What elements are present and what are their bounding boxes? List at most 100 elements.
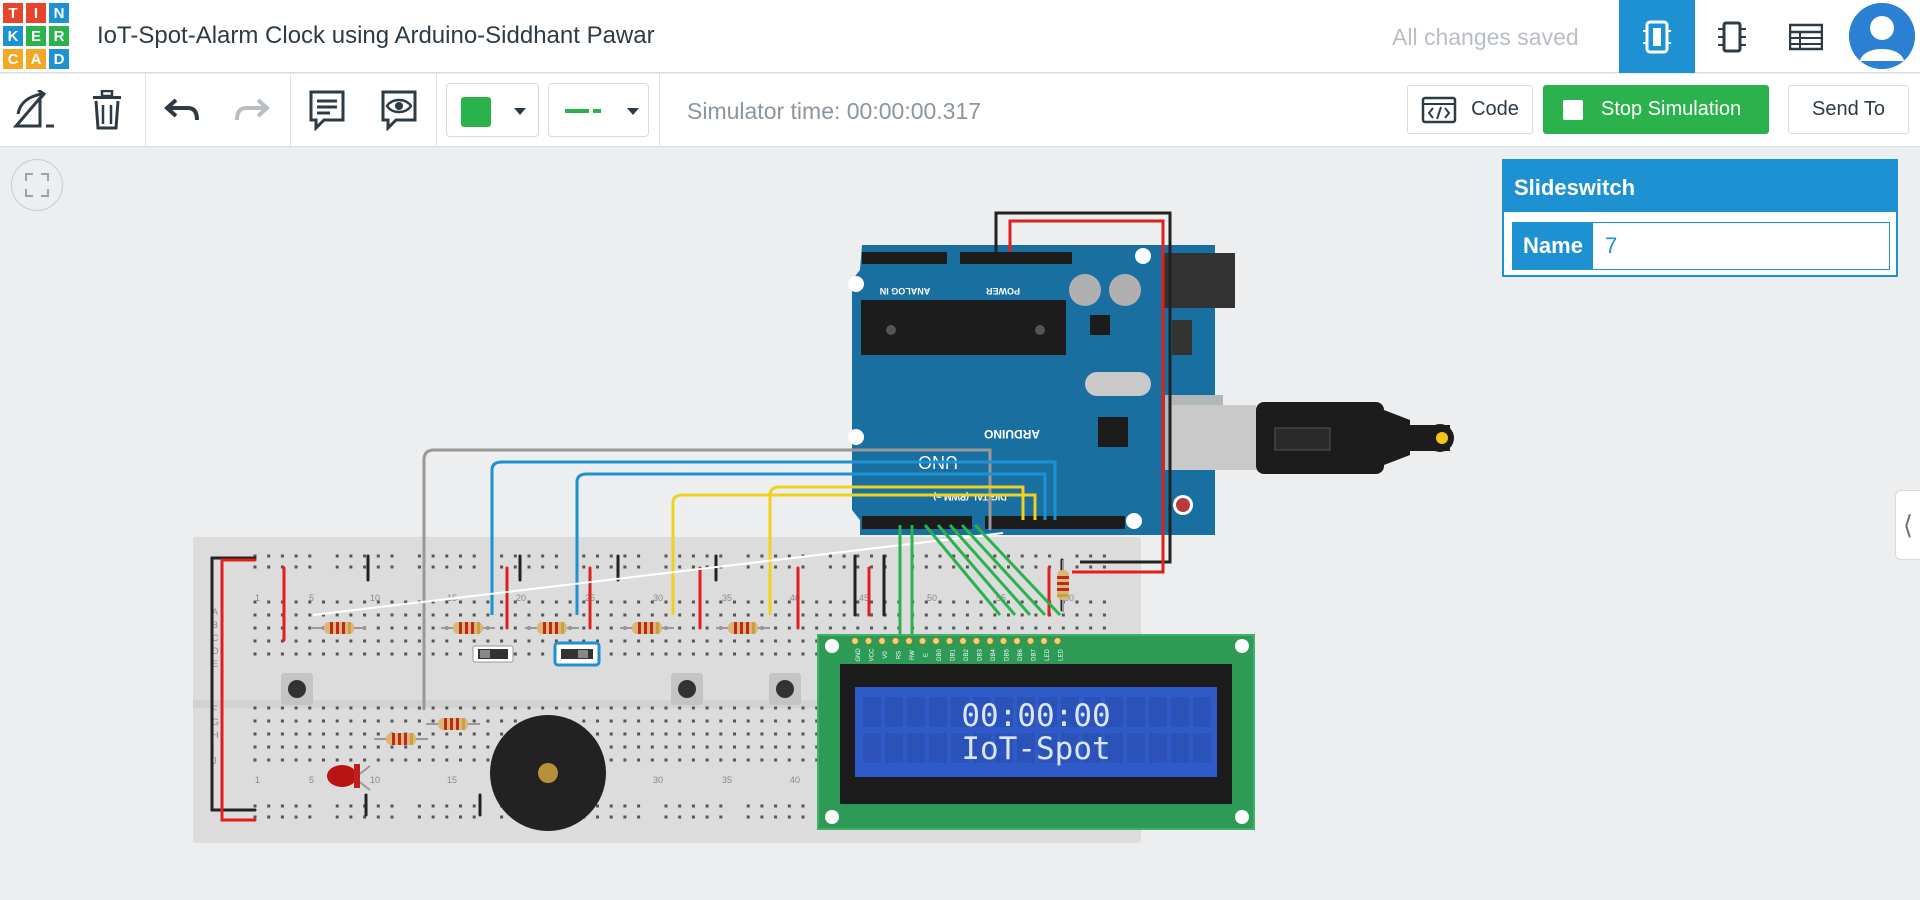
chevron-down-icon (627, 108, 639, 115)
lcd-pin (986, 637, 994, 645)
breadboard-number: 40 (790, 775, 800, 785)
arduino-uno[interactable]: ARDUINO UNO POWER ANALOG IN DIGITAL (PWM… (848, 245, 1235, 535)
piezo-buzzer[interactable] (490, 715, 606, 831)
breadboard-number: 35 (722, 593, 732, 603)
stop-icon (1563, 99, 1583, 120)
lcd-pin (1053, 637, 1062, 645)
logo-letter: T (3, 3, 23, 23)
slide-switch-selected[interactable] (553, 641, 601, 667)
user-avatar[interactable] (1849, 3, 1915, 69)
lcd-pin-label: DB4 (991, 649, 997, 661)
logo-letter: K (3, 26, 23, 46)
breadboard-number: 10 (370, 593, 380, 603)
lcd-pin (972, 637, 981, 645)
lcd-pin (878, 637, 886, 645)
schematic-view-button[interactable] (1694, 0, 1770, 73)
lcd-pin (945, 637, 954, 645)
lcd-16x2[interactable]: GND VCC V0 RS RW E DB0 DB1 DB2 DB3 DB4 DB5 DB6 DB7 LED… (817, 634, 1255, 830)
breadboard-number: 15 (447, 775, 457, 785)
notes-button[interactable] (303, 86, 351, 134)
lcd-pin-label: DB6 (1018, 649, 1024, 661)
tinkercad-logo[interactable]: TIN KER CAD (2, 2, 70, 70)
redo-button[interactable] (228, 86, 276, 134)
circuit-view-icon (1643, 20, 1671, 53)
pushbutton[interactable] (281, 673, 313, 705)
chevron-left-icon: ⟨ (1902, 509, 1914, 540)
lcd-pin (1013, 637, 1021, 645)
send-to-button[interactable]: Send To (1788, 85, 1909, 134)
rotate-icon (12, 90, 54, 128)
lcd-pin-label: DB0 (937, 649, 943, 661)
project-title[interactable]: IoT-Spot-Alarm Clock using Arduino-Siddh… (97, 22, 655, 50)
lcd-pin-label: RS (897, 651, 903, 659)
breadboard-number: 30 (653, 593, 663, 603)
lcd-pin (999, 637, 1008, 645)
lcd-pin-label: DB3 (978, 649, 984, 661)
name-label: Name (1513, 223, 1593, 269)
lcd-pin-label: E (924, 653, 930, 657)
component-list-button[interactable] (1768, 0, 1844, 73)
lcd-pin-label: V0 (883, 651, 889, 659)
usb-cable (1170, 402, 1454, 474)
undo-button[interactable] (158, 86, 206, 134)
redo-icon (235, 98, 270, 121)
circuit-view-button[interactable] (1619, 0, 1695, 73)
circuit-canvas[interactable]: 1155101015152020252530303535404045455050… (0, 147, 1560, 847)
pushbutton[interactable] (671, 673, 703, 705)
logo-letter: I (26, 3, 46, 23)
code-button[interactable]: Code (1407, 85, 1533, 134)
wire-type-icon (565, 109, 601, 113)
lcd-pin (918, 637, 927, 645)
toggle-notes-icon (381, 90, 417, 131)
power-header-label: POWER (986, 286, 1021, 296)
breadboard-number: 50 (927, 593, 937, 603)
toolbar: Simulator time: 00:00:00.317 Code Stop S… (0, 74, 1920, 147)
toggle-notes-button[interactable] (375, 86, 423, 134)
lcd-pin (1026, 637, 1035, 645)
rotate-button[interactable] (10, 86, 58, 134)
logo-letter: N (49, 3, 69, 23)
send-label: Send To (1811, 98, 1886, 120)
lcd-pin-label: VCC (870, 648, 876, 661)
lcd-pin-label: GND (856, 648, 862, 662)
breadboard-number: 5 (309, 775, 314, 785)
chevron-down-icon (514, 108, 526, 115)
pushbutton[interactable] (769, 673, 801, 705)
stop-simulation-button[interactable]: Stop Simulation (1543, 85, 1769, 134)
lcd-pin (1040, 637, 1048, 645)
lcd-pin-label: DB7 (1032, 649, 1038, 661)
schematic-view-icon (1718, 21, 1746, 52)
lcd-pin-label: LED (1059, 648, 1065, 660)
top-bar: TIN KER CAD IoT-Spot-Alarm Clock using Ard… (0, 0, 1920, 73)
logo-letter: C (3, 49, 23, 69)
lcd-pin-label: LED (1045, 648, 1051, 660)
slide-switch[interactable] (472, 645, 514, 663)
logo-letter: D (49, 49, 69, 69)
lcd-pin (891, 637, 900, 645)
delete-button[interactable] (83, 86, 131, 134)
component-list-icon (1789, 23, 1823, 50)
breadboard-number: 30 (653, 775, 663, 785)
simulator-time: Simulator time: 00:00:00.317 (687, 98, 982, 124)
code-icon (1421, 96, 1457, 123)
wire-type-dropdown[interactable] (548, 83, 649, 137)
lcd-pin-label: DB1 (951, 649, 957, 661)
breadboard-number: 1 (255, 593, 260, 603)
side-panel-toggle[interactable]: ⟨ (1895, 490, 1920, 560)
lcd-pin-label: RW (910, 650, 916, 660)
color-dropdown[interactable] (446, 83, 539, 137)
inspector-title: Slideswitch (1504, 161, 1896, 212)
breadboard-number: 5 (309, 593, 314, 603)
breadboard-number: 1 (255, 775, 260, 785)
lcd-pin (905, 637, 913, 645)
lcd-pin-label: DB2 (964, 649, 970, 661)
logo-letter: R (49, 26, 69, 46)
inspector-panel: Slideswitch Name 7 (1502, 159, 1898, 277)
lcd-pin (959, 637, 967, 645)
undo-icon (164, 98, 199, 121)
delete-icon (93, 90, 121, 130)
name-input[interactable]: 7 (1593, 223, 1889, 269)
code-label: Code (1471, 98, 1519, 120)
logo-letter: E (26, 26, 46, 46)
lcd-pin (864, 637, 873, 645)
